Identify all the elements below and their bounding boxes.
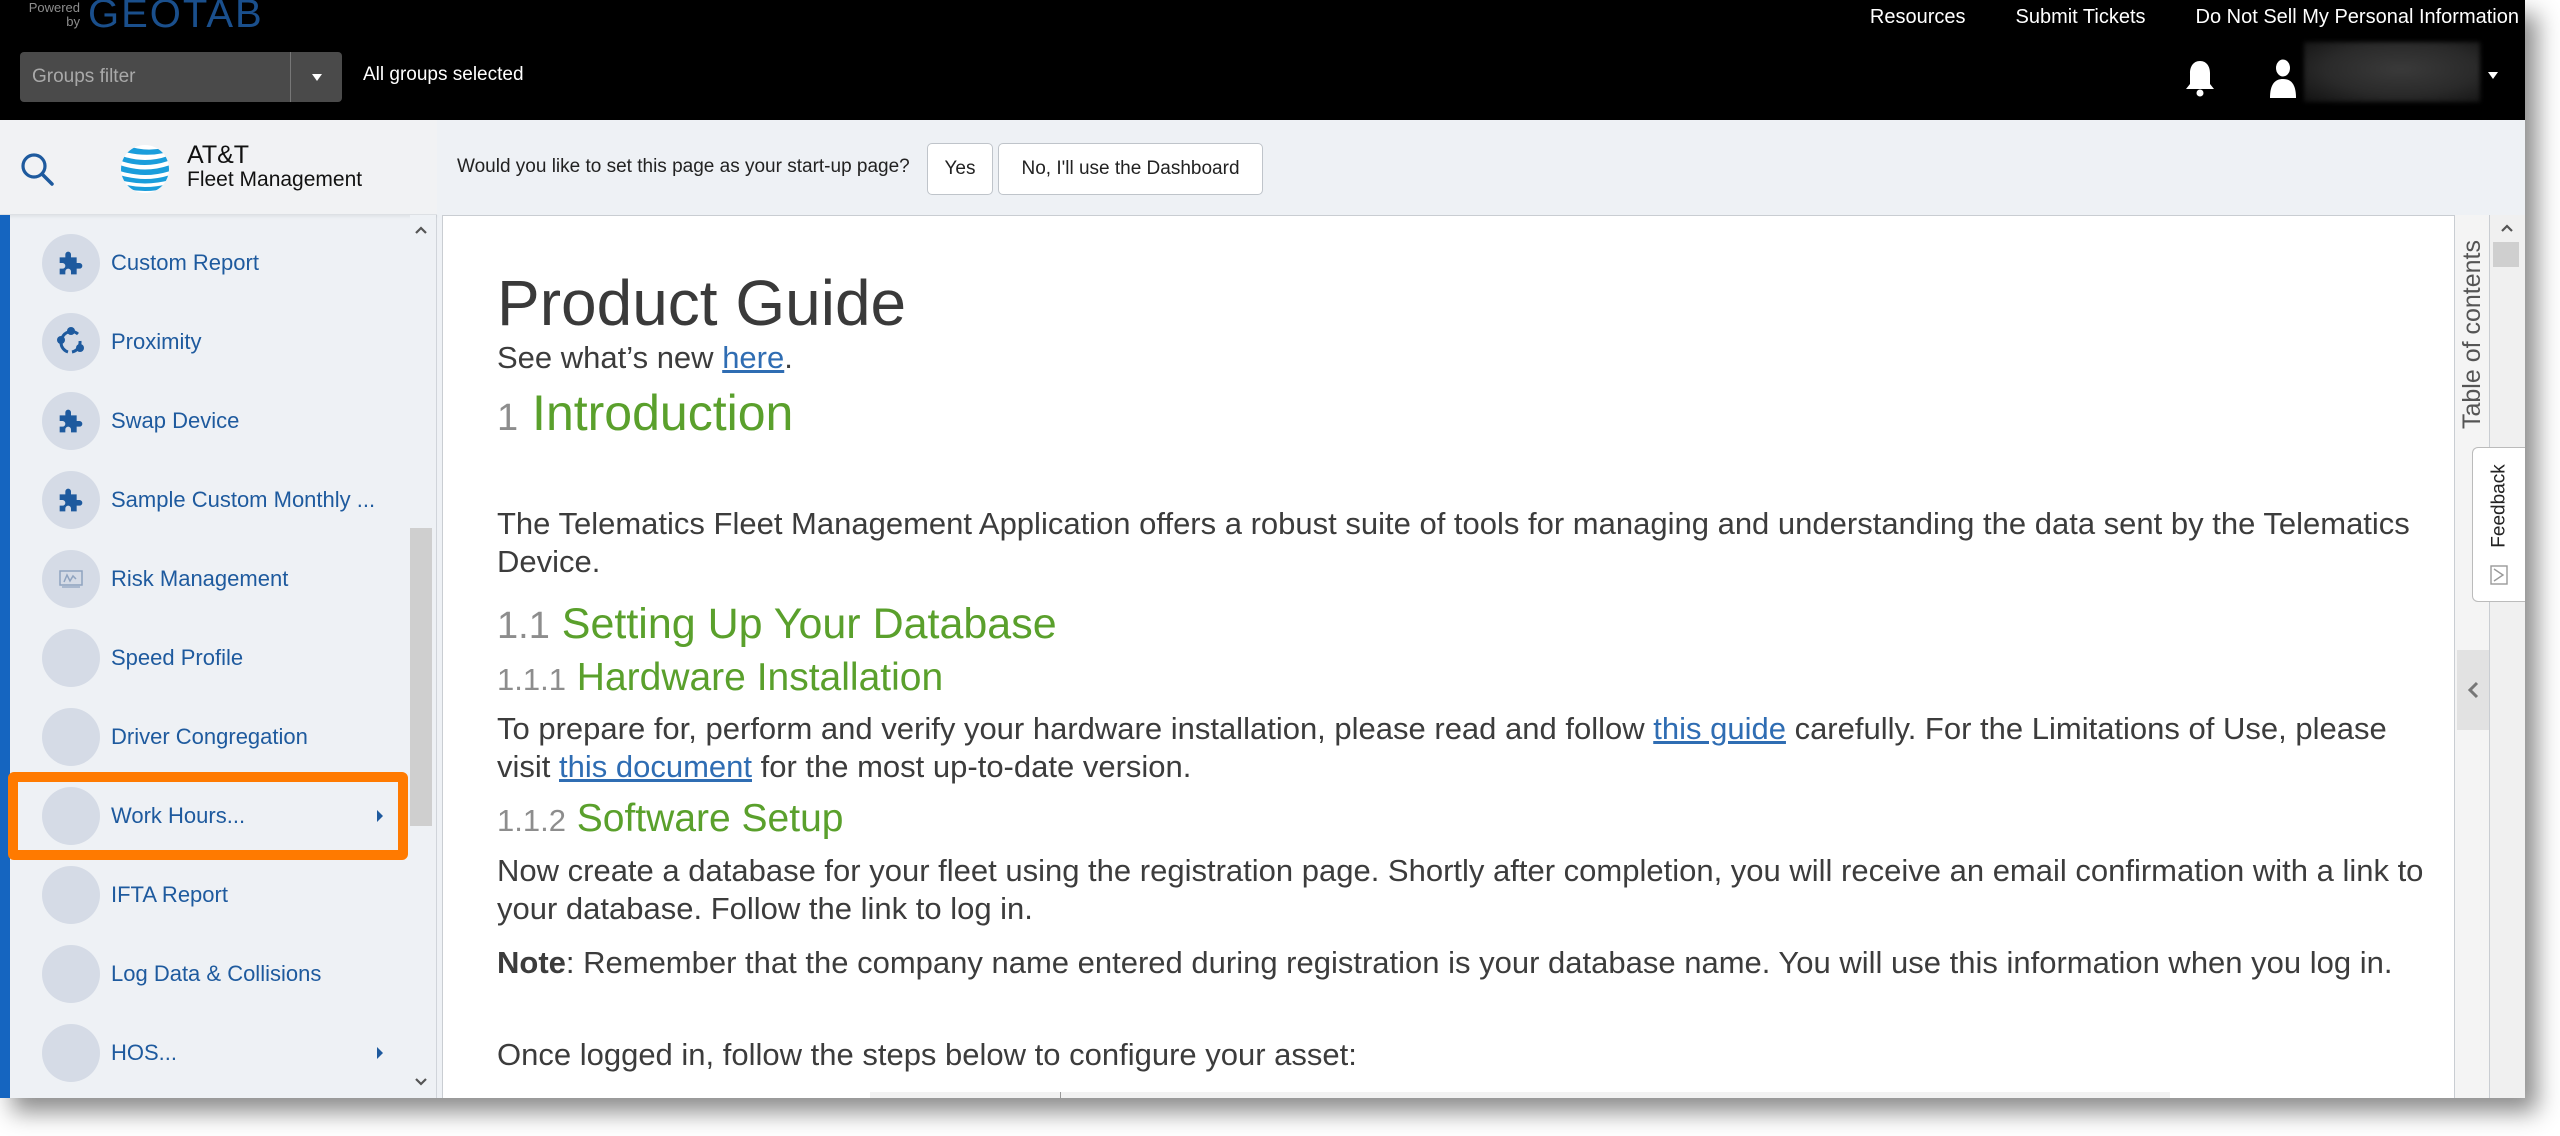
use-dashboard-button[interactable]: No, I'll use the Dashboard xyxy=(998,143,1263,195)
puzzle-icon xyxy=(59,251,83,274)
geotab-logo: Powered by GEOTAB xyxy=(18,0,264,36)
feedback-icon xyxy=(2490,565,2508,585)
user-icon[interactable] xyxy=(2267,58,2299,98)
table-of-contents-panel[interactable]: Table of contents xyxy=(2455,215,2490,1098)
toc-tab[interactable]: Table of contents xyxy=(2457,229,2487,439)
blank-icon xyxy=(42,707,100,766)
sidebar-menu: Custom Report Proximity Swap Device Samp… xyxy=(10,215,410,1098)
sidebar-item-label: Speed Profile xyxy=(111,644,244,670)
sidebar-item-label: Proximity xyxy=(111,328,202,354)
sidebar-item-label: HOS... xyxy=(111,1039,178,1065)
this-guide-link[interactable]: this guide xyxy=(1653,711,1786,746)
sidebar-item-label: Driver Congregation xyxy=(111,723,308,749)
groups-filter-dropdown-button[interactable] xyxy=(290,52,342,102)
bell-icon[interactable] xyxy=(2183,58,2217,98)
chevron-up-icon[interactable] xyxy=(414,223,428,237)
chevron-left-icon xyxy=(2467,681,2479,699)
puzzle-icon xyxy=(59,488,83,511)
heading-introduction: 1 Introduction xyxy=(497,385,794,441)
product-guide-document: Product Guide See what’s new here. 1 Int… xyxy=(442,215,2455,1098)
heading-software-setup: 1.1.2 Software Setup xyxy=(497,797,844,840)
startup-page-prompt: Would you like to set this page as your … xyxy=(437,120,2525,215)
sidebar-scrollbar-thumb[interactable] xyxy=(410,528,432,826)
sidebar-item-sample-custom-monthly[interactable]: Sample Custom Monthly ... xyxy=(10,460,410,539)
feedback-tab[interactable]: Feedback xyxy=(2472,447,2525,602)
geotab-wordmark: GEOTAB xyxy=(88,0,264,36)
sidebar: AT&T Fleet Management Custom Report Prox… xyxy=(0,120,437,1098)
chevron-up-icon[interactable] xyxy=(2500,223,2514,233)
whats-new-paragraph: See what’s new here. xyxy=(497,340,793,375)
chart-icon xyxy=(59,569,83,588)
sidebar-item-speed-profile[interactable]: Speed Profile xyxy=(10,618,410,697)
sidebar-item-ifta-report[interactable]: IFTA Report xyxy=(10,855,410,934)
groups-filter-placeholder: Groups filter xyxy=(32,66,136,87)
steps-intro-paragraph: Once logged in, follow the steps below t… xyxy=(497,1037,1357,1072)
heading-setting-up-database: 1.1 Setting Up Your Database xyxy=(497,600,1057,648)
sidebar-item-hos[interactable]: HOS... xyxy=(10,1013,410,1092)
this-document-link[interactable]: this document xyxy=(559,749,752,784)
document-scrollbar-thumb[interactable] xyxy=(2493,242,2519,267)
chevron-right-icon xyxy=(377,1046,383,1059)
sidebar-item-custom-report[interactable]: Custom Report xyxy=(10,223,410,302)
groups-status-text: All groups selected xyxy=(363,64,524,85)
sidebar-item-label: Risk Management xyxy=(111,565,289,591)
blank-icon xyxy=(42,865,100,924)
proximity-icon xyxy=(57,326,84,353)
top-header: Powered by GEOTAB Resources Submit Ticke… xyxy=(0,0,2525,120)
sidebar-item-risk-management[interactable]: Risk Management xyxy=(10,539,410,618)
yes-button[interactable]: Yes xyxy=(927,143,993,195)
software-paragraph: Now create a database for your fleet usi… xyxy=(497,853,2424,926)
sidebar-item-label: IFTA Report xyxy=(111,881,228,907)
sidebar-item-label: Custom Report xyxy=(111,249,259,275)
sidebar-scrollbar[interactable] xyxy=(410,215,436,1098)
sidebar-item-label: Swap Device xyxy=(111,407,240,433)
app-window: Powered by GEOTAB Resources Submit Ticke… xyxy=(0,0,2525,1098)
toc-expand-button[interactable] xyxy=(2457,650,2489,730)
powered-by-label: Powered by xyxy=(28,0,80,29)
resources-link[interactable]: Resources xyxy=(1870,6,1966,29)
startup-question: Would you like to set this page as your … xyxy=(457,156,910,177)
sidebar-item-proximity[interactable]: Proximity xyxy=(10,302,410,381)
caret-down-icon[interactable] xyxy=(2488,72,2498,79)
search-icon[interactable] xyxy=(18,150,58,190)
submit-tickets-link[interactable]: Submit Tickets xyxy=(2015,6,2145,29)
blank-icon xyxy=(42,628,100,687)
page-title: Product Guide xyxy=(497,267,907,339)
note-paragraph: Note: Remember that the company name ent… xyxy=(497,945,2393,980)
top-links: Resources Submit Tickets Do Not Sell My … xyxy=(1870,0,2519,34)
sidebar-accent-strip xyxy=(0,215,10,1098)
sidebar-item-driver-congregation[interactable]: Driver Congregation xyxy=(10,697,410,776)
document-scrollbar[interactable] xyxy=(2490,215,2525,1098)
sidebar-item-label: Log Data & Collisions xyxy=(111,960,322,986)
do-not-sell-link[interactable]: Do Not Sell My Personal Information xyxy=(2196,6,2519,29)
hardware-paragraph: To prepare for, perform and verify your … xyxy=(497,711,2387,784)
blank-icon xyxy=(42,786,100,845)
intro-paragraph: The Telematics Fleet Management Applicat… xyxy=(497,506,2410,579)
att-globe-logo xyxy=(121,145,169,193)
user-name-redacted[interactable] xyxy=(2304,42,2480,102)
caret-down-icon xyxy=(311,73,322,81)
sidebar-item-work-hours[interactable]: Work Hours... xyxy=(10,776,410,855)
sidebar-item-label: Sample Custom Monthly ... xyxy=(111,486,376,512)
steps-table-top xyxy=(870,1092,2170,1098)
blank-icon xyxy=(42,944,100,1003)
sidebar-item-log-data-collisions[interactable]: Log Data & Collisions xyxy=(10,934,410,1013)
blank-icon xyxy=(42,1023,100,1082)
sidebar-item-swap-device[interactable]: Swap Device xyxy=(10,381,410,460)
heading-hardware-installation: 1.1.1 Hardware Installation xyxy=(497,656,944,699)
att-brand-text: AT&T Fleet Management xyxy=(187,141,363,191)
sidebar-item-label: Work Hours... xyxy=(111,802,246,828)
whats-new-link[interactable]: here xyxy=(722,340,784,375)
chevron-right-icon xyxy=(377,809,383,822)
groups-filter-input[interactable]: Groups filter xyxy=(20,52,342,102)
puzzle-icon xyxy=(59,409,83,432)
sidebar-header: AT&T Fleet Management xyxy=(0,120,437,215)
chevron-down-icon[interactable] xyxy=(414,1075,428,1089)
